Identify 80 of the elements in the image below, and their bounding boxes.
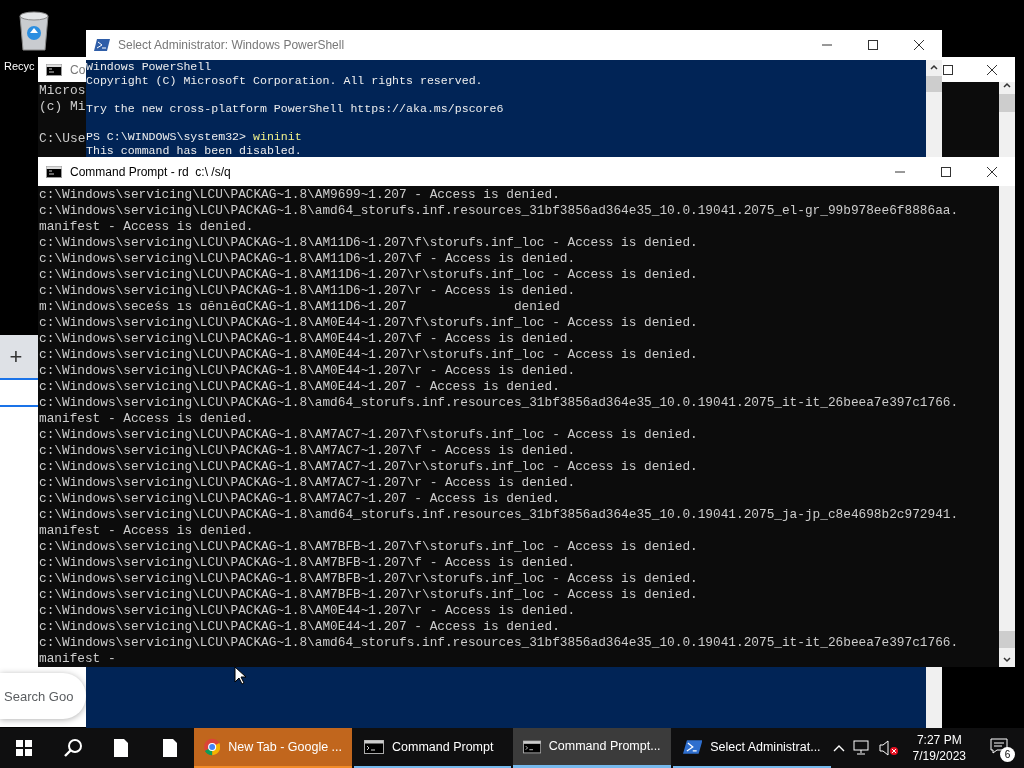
console-line: c:\Windows\servicing\LCU\PACKAG~1.8\AM7BFB~1.207\f - Access is denied.: [39, 555, 576, 571]
console-line: c:\Windows\servicing\LCU\PACKAG~1.8\AM0E44~1.207 - Access is denied.: [39, 379, 560, 395]
chevron-up-icon[interactable]: [832, 744, 845, 752]
new-tab-button[interactable]: +: [3, 340, 29, 373]
console-line: c:\Windows\servicing\LCU\PACKAG~1.8\AM7AC7~1.207\r - Access is denied.: [39, 475, 576, 491]
console-line: c:\Windows\servicing\LCU\PACKAG~1.8\AM11D6~1.207\f - Access is denied.: [39, 251, 576, 267]
window-title: Co: [70, 61, 86, 79]
console-line: Try the new cross-platform PowerShell https://aka.ms/pscore6: [86, 102, 504, 116]
clock-date: 7/19/2023: [912, 748, 966, 764]
console-line: c:\Windows\servicing\LCU\PACKAG~1.8\amd64_storufs.inf.resources_31bf3856ad364e35_10.0.19041.2075_el-gr_99b978ee6f8886aa.: [39, 203, 959, 219]
console-line: c:\Windows\servicing\LCU\PACKAG~1.8\AM0E44~1.207\r\storufs.inf_loc - Access is denied.: [39, 347, 698, 363]
scrollbar-thumb[interactable]: [926, 76, 942, 92]
desktop-icon-label[interactable]: Recyc: [4, 58, 35, 75]
console-line: c:\Windows\servicing\LCU\PACKAG~1.8\AM7AC7~1.207\f\storufs.inf_loc - Access is denied.: [39, 427, 698, 443]
close-icon: [986, 63, 998, 76]
muted-speaker-icon[interactable]: [878, 740, 899, 756]
window-title: Command Prompt - rd c:\ /s/q: [70, 163, 231, 181]
powershell-icon: [94, 38, 110, 52]
console-icon: [522, 739, 541, 754]
windows-logo-icon: [16, 740, 33, 756]
console-line: c:\Windows\servicing\LCU\PACKAG~1.8\AM7BFB~1.207\r\storufs.inf_loc - Access is denied.: [39, 571, 698, 587]
console-line: c:\Windows\servicing\LCU\PACKAG~1.8\AM0E44~1.207\r - Access is denied.: [39, 363, 576, 379]
console-line: c:\Windows\servicing\LCU\PACKAG~1.8\AM9699~1.207 - Access is denied.: [39, 187, 560, 203]
powershell-icon: [682, 739, 703, 755]
console-line: Copyright (C) Microsoft Corporation. All rights reserved.: [86, 74, 483, 88]
document-icon: [114, 739, 129, 757]
console-line: c:\Windows\servicing\LCU\PACKAG~1.8\AM11D6~1.207\r - Access is denied.: [39, 283, 576, 299]
console-line: c:\Windows\servicing\LCU\PACKAG~1.8\amd64_storufs.inf.resources_31bf3856ad364e35_10.0.19041.2075_it-it_26beea7e397c1766.: [39, 395, 959, 411]
console-line: manifest - Access is denied.: [39, 219, 254, 235]
notification-button[interactable]: 6: [980, 730, 1020, 766]
clock-time: 7:27 PM: [915, 732, 963, 748]
document-icon: [162, 739, 177, 757]
console-line: C:\Use: [39, 131, 86, 147]
console-line: Micros: [39, 83, 86, 99]
clock[interactable]: 7:27 PM 7/19/2023: [906, 732, 972, 764]
maximize-icon: [867, 39, 879, 51]
console-line: c:\Windows\servicing\LCU\PACKAG~1.8\AM0E44~1.207\f - Access is denied.: [39, 331, 576, 347]
scrollbar[interactable]: [999, 186, 1015, 667]
console-line: manifest - Access is denied.: [39, 411, 254, 427]
scrollbar-thumb[interactable]: [999, 631, 1015, 648]
console-line: c:\Windows\servicing\LCU\PACKAG~1.8\AM7AC7~1.207\f - Access is denied.: [39, 443, 576, 459]
console-line: c:\Windows\servicing\LCU\PACKAG~1.8\AM0E44~1.207 - Access is denied.: [39, 619, 560, 635]
console-line: c:\Windows\servicing\LCU\PACKAG~1.8\AM11D6~1.207\r\storufs.inf_loc - Access is denied.: [39, 267, 698, 283]
console-line: Windows PowerShell: [86, 60, 212, 74]
console-line: (c) Mi: [39, 99, 86, 115]
console-line: c:\Windows\servicing\LCU\PACKAG~1.8\amd64_storufs.inf.resources_31bf3856ad364e35_10.0.19041.2075_it-it_26beea7e397c1766.: [39, 635, 959, 651]
scroll-up-icon: [930, 64, 938, 72]
console-line: c:\Windows\servicing\LCU\PACKAG~1.8\AM7BFB~1.207\f\storufs.inf_loc - Access is denied.: [39, 539, 698, 555]
console-line: c:\Windows\servicing\LCU\PACKAG~1.8\amd64_storufs.inf.resources_31bf3856ad364e35_10.0.19041.2075_ja-jp_c8e4698b2c972941.: [39, 507, 959, 523]
scroll-up-icon: [1003, 82, 1011, 90]
window-title: Select Administrator: Windows PowerShell: [118, 37, 345, 54]
search-field[interactable]: Search Goo: [0, 673, 86, 719]
console-line: c:\Windows\servicing\LCU\PACKAG~1.8\AM0E44~1.207\r - Access is denied.: [39, 603, 576, 619]
close-icon: [913, 39, 925, 51]
console-line: c:\Windows\servicing\LCU\PACKAG~1.8\AM7AC7~1.207 - Access is denied.: [39, 491, 560, 507]
console-line: c:\Windows\servicing\LCU\PACKAG~1.8\AM11D6~1.207\f\storufs.inf_loc - Access is denied.: [39, 235, 698, 251]
console-line: m:\Windows\seceśs ıs ɑēnıēɑCKAG~1.8\AM11D6~1.207 denied: [39, 299, 560, 315]
console-line: This command has been disabled.: [86, 144, 302, 158]
taskbar-app-button[interactable]: Command Prompt...: [512, 728, 671, 768]
console-icon: [364, 740, 384, 754]
scrollbar-thumb[interactable]: [999, 94, 1015, 112]
console-line: manifest - Access is denied.: [39, 523, 254, 539]
console-line: c:\Windows\servicing\LCU\PACKAG~1.8\AM7AC7~1.207\r\storufs.inf_loc - Access is denied.: [39, 459, 698, 475]
address-bar[interactable]: [0, 378, 38, 407]
console-icon: [46, 63, 62, 76]
console-line: PS C:\WINDOWS\system32> wininit: [86, 130, 302, 144]
console-line: c:\Windows\servicing\LCU\PACKAG~1.8\AM7BFB~1.207\r\storufs.inf_loc - Access is denied.: [39, 587, 698, 603]
chrome-icon: [204, 737, 221, 757]
console-icon: [46, 165, 62, 178]
network-icon[interactable]: [852, 740, 871, 756]
scrollbar[interactable]: [999, 82, 1015, 157]
taskbar-app-button[interactable]: New Tab - Google ...: [194, 728, 352, 768]
search-icon: [62, 738, 83, 758]
scroll-down-icon: [1003, 656, 1011, 664]
close-icon: [986, 165, 998, 178]
console-line: manifest -: [39, 651, 116, 667]
notification-count-badge: 6: [1000, 747, 1015, 762]
console-line: c:\Windows\servicing\LCU\PACKAG~1.8\AM0E44~1.207\f\storufs.inf_loc - Access is denied.: [39, 315, 698, 331]
maximize-icon: [940, 165, 952, 178]
maximize-icon: [942, 63, 954, 76]
